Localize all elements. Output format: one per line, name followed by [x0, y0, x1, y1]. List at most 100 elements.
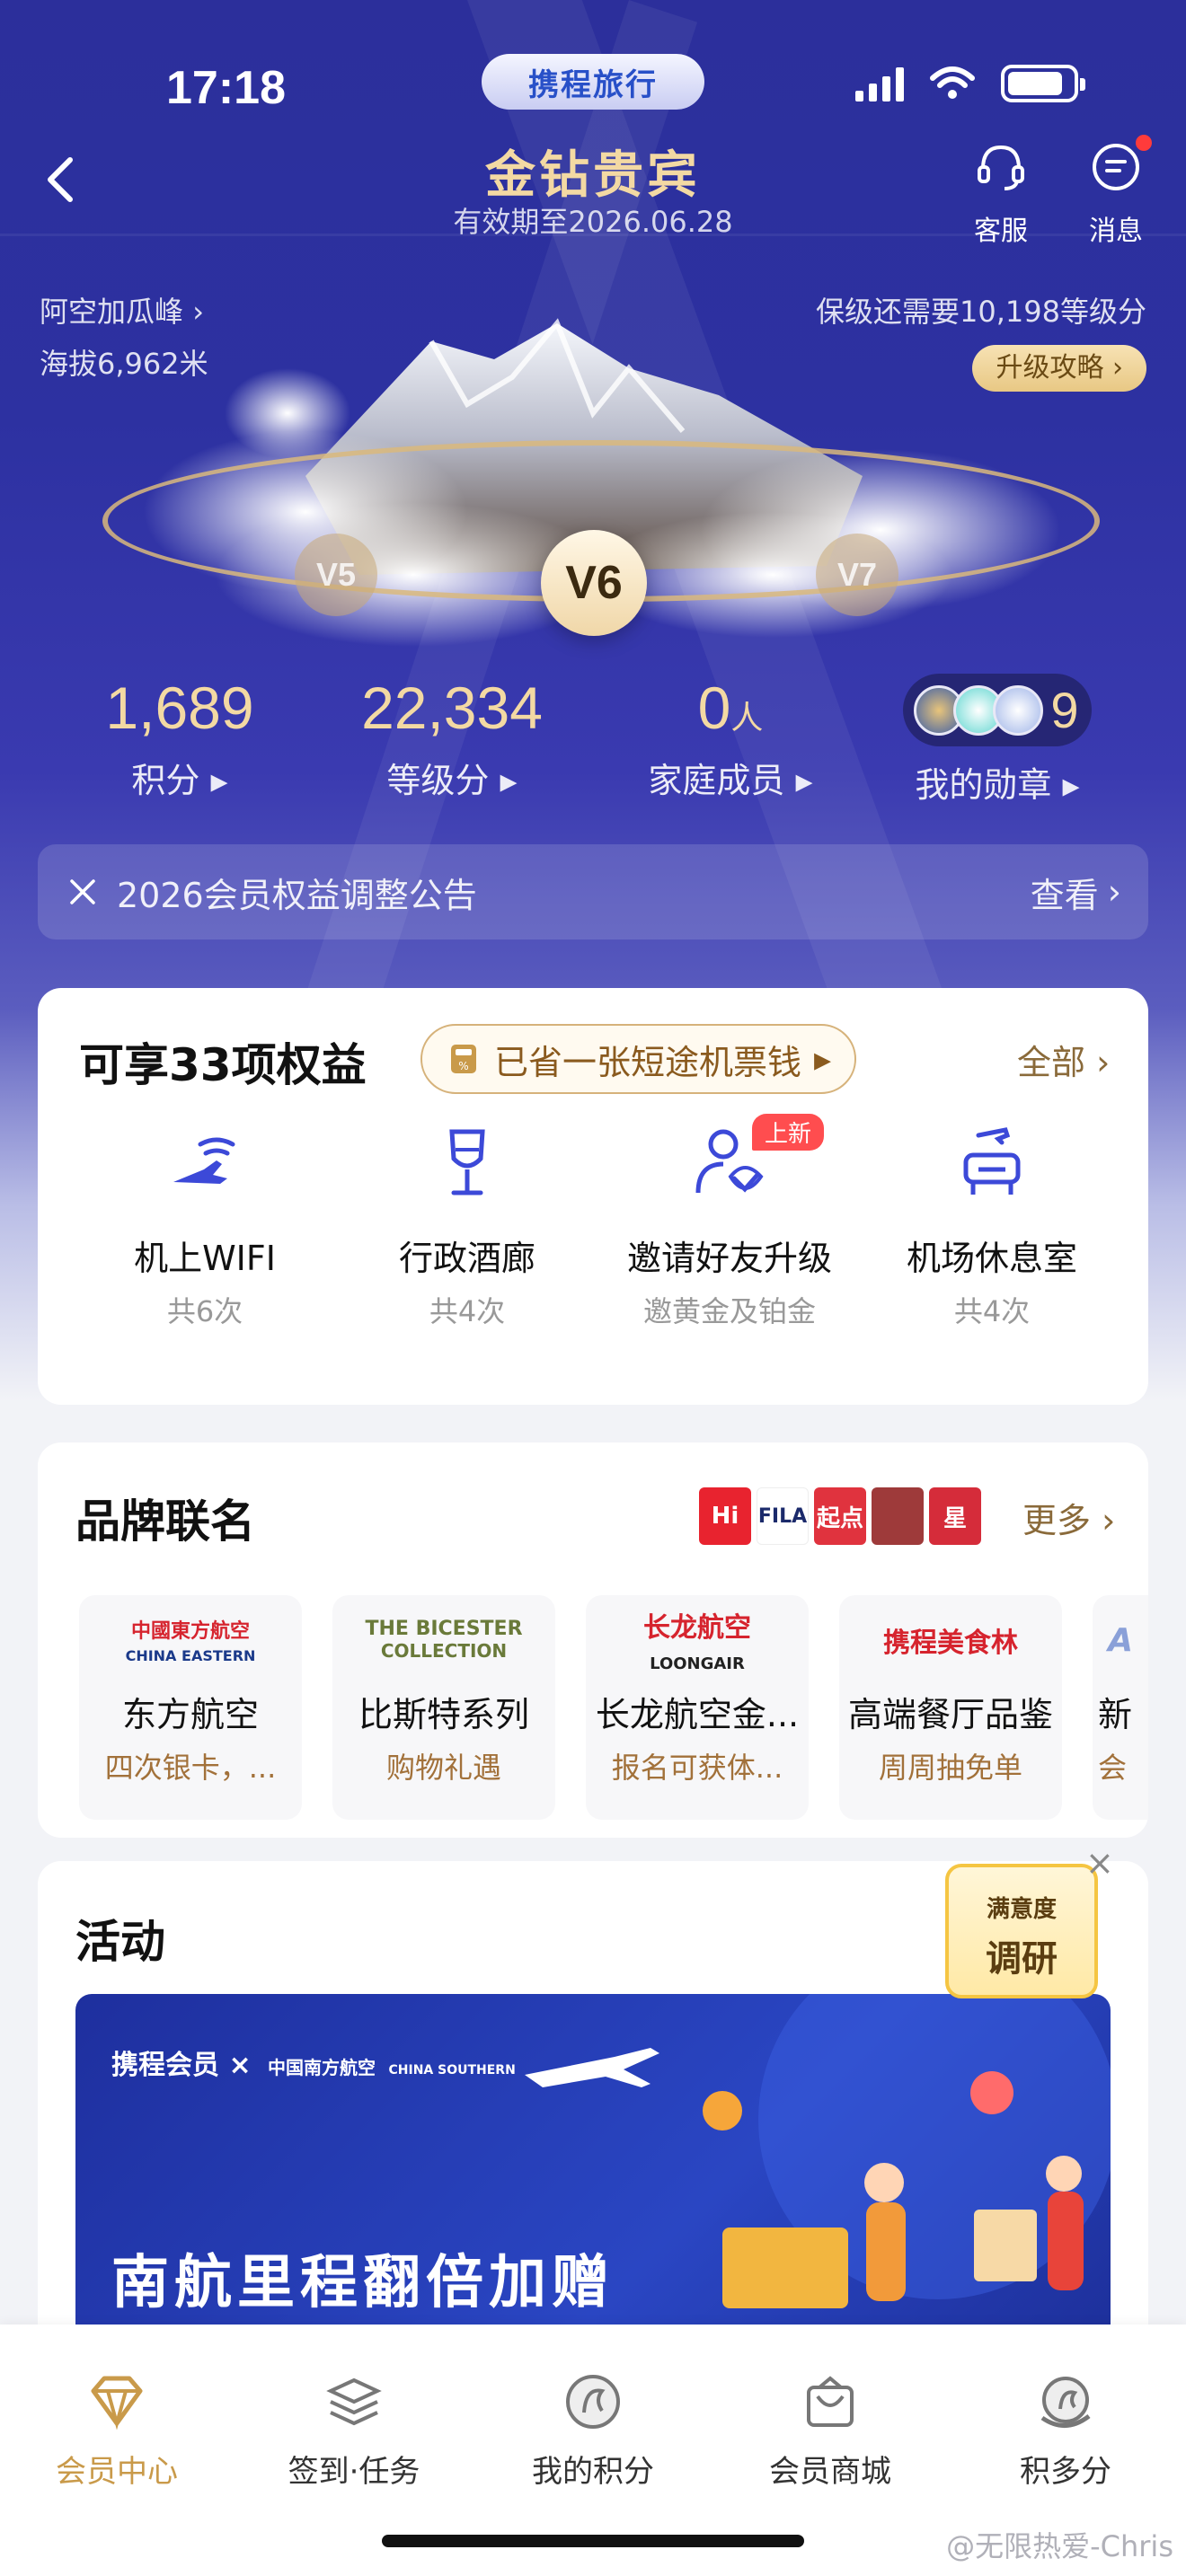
- caret-right-icon: ▸: [814, 1039, 832, 1079]
- medal-icon: [993, 684, 1044, 736]
- medal-badges: 9: [903, 674, 1092, 746]
- brands-more-link[interactable]: 更多 ›: [1022, 1493, 1115, 1542]
- perk-sub: 共6次: [166, 1294, 243, 1328]
- savings-pill[interactable]: % 已省一张短途机票钱 ▸: [420, 1024, 857, 1094]
- points-coin-icon: [566, 2375, 620, 2429]
- brand-sub: 报名可获体...: [611, 1751, 783, 1785]
- status-icons: [855, 65, 1085, 102]
- brand-name: 东方航空: [121, 1695, 259, 1734]
- announcement-bar[interactable]: 2026会员权益调整公告 查看 ›: [38, 844, 1148, 940]
- brands-card: 品牌联名 Hi FILA 起点 星 更多 › 中國東方航空 CHINA EASTE…: [38, 1442, 1148, 1838]
- family-stat[interactable]: 0人 家庭成员 ▸: [596, 674, 865, 802]
- brand-logo-qidian: 起点: [814, 1487, 866, 1545]
- brand-loongair[interactable]: 长龙航空 LOONGAIR 长龙航空金... 报名可获体...: [586, 1595, 809, 1820]
- member-stats: 1,689 积分 ▸ 22,334 等级分 ▸ 0人 家庭成员 ▸ 9 我的勋章…: [0, 674, 1186, 817]
- messages-button[interactable]: 消息: [1071, 135, 1161, 248]
- brand-logo-sub: CHINA EASTERN: [125, 1646, 256, 1664]
- family-value: 0: [697, 675, 731, 741]
- survey-float-button[interactable]: 满意度 调研: [945, 1864, 1098, 1998]
- tab-member-mall[interactable]: 会员商城: [731, 2369, 929, 2491]
- wine-glass-icon: [449, 1129, 485, 1195]
- survey-line2: 调研: [986, 1938, 1058, 1980]
- perk-sub: 共4次: [429, 1294, 506, 1328]
- svg-text:%: %: [458, 1060, 468, 1072]
- points-stat[interactable]: 1,689 积分 ▸: [45, 674, 314, 802]
- close-icon[interactable]: [65, 874, 101, 910]
- level-mountain: V5 V6 V7: [90, 305, 1100, 683]
- banner-brand-ctrip: 携程会员 ×: [111, 2050, 252, 2081]
- tab-label: 签到·任务: [288, 2454, 420, 2490]
- brand-sub: 会: [1098, 1751, 1128, 1785]
- family-label: 家庭成员: [648, 761, 785, 800]
- caret-right-icon: ▸: [1062, 765, 1080, 805]
- activity-banner[interactable]: 携程会员 × 中国南方航空 CHINA SOUTHERN 南航里程翻倍加赠: [75, 1994, 1111, 2353]
- ctrip-gourmet-logo: 携程美食林: [839, 1595, 1062, 1685]
- medals-stat[interactable]: 9 我的勋章 ▸: [863, 674, 1132, 807]
- brand-china-eastern[interactable]: 中國東方航空 CHINA EASTERN 东方航空 四次银卡，...: [79, 1595, 302, 1820]
- brand-logo-strip[interactable]: Hi FILA 起点 星: [699, 1487, 981, 1545]
- grade-points-stat[interactable]: 22,334 等级分 ▸: [317, 674, 587, 802]
- brand-name: 长龙航空金...: [595, 1695, 800, 1734]
- perk-invite[interactable]: 上新 邀请好友升级 邀黄金及铂金: [613, 1114, 846, 1330]
- tab-member-center[interactable]: 会员中心: [18, 2369, 216, 2491]
- grade-points-value: 22,334: [361, 675, 543, 741]
- headset-icon: [978, 145, 1024, 190]
- tab-label: 积多分: [1020, 2454, 1111, 2490]
- points-value: 1,689: [105, 675, 254, 741]
- wifi-icon: [930, 66, 975, 99]
- tab-label: 会员中心: [56, 2454, 178, 2490]
- banner-title: 南航里程翻倍加赠: [111, 2250, 615, 2316]
- new-tag: 上新: [752, 1114, 825, 1151]
- messages-label: 消息: [1089, 216, 1143, 247]
- tab-checkin-tasks[interactable]: 签到·任务: [255, 2369, 453, 2491]
- banner-partner-sub: CHINA SOUTHERN: [388, 2063, 516, 2078]
- app-logo-text: 携程旅行: [528, 66, 658, 103]
- perk-wifi[interactable]: 机上WIFI 共6次: [88, 1123, 322, 1330]
- chevron-right-icon: ›: [1102, 1501, 1116, 1540]
- perk-sub: 邀黄金及铂金: [642, 1294, 816, 1328]
- signal-icon: [855, 66, 904, 101]
- survey-line1: 满意度: [986, 1896, 1057, 1923]
- points-label: 积分: [131, 761, 200, 800]
- tab-my-points[interactable]: 我的积分: [494, 2369, 692, 2491]
- brand-partial[interactable]: A 新 会: [1093, 1595, 1148, 1820]
- caret-right-icon: ▸: [500, 761, 518, 800]
- all-benefits-link[interactable]: 全部 ›: [1017, 1035, 1110, 1084]
- brand-logo-text: 长龙航空: [643, 1611, 751, 1644]
- level-next: V7: [816, 534, 898, 616]
- activity-title: 活动: [75, 1916, 165, 1968]
- announcement-view-link[interactable]: 查看: [1031, 868, 1099, 917]
- loongair-logo: 长龙航空 LOONGAIR: [586, 1595, 809, 1685]
- medals-label: 我的勋章: [915, 765, 1052, 805]
- level-current: V6: [541, 530, 647, 636]
- brand-logo-sub: LOONGAIR: [650, 1654, 745, 1673]
- brand-ctrip-gourmet[interactable]: 携程美食林 高端餐厅品鉴 周周抽免单: [839, 1595, 1062, 1820]
- brands-more-label: 更多: [1022, 1501, 1092, 1540]
- customer-service-label: 客服: [974, 216, 1028, 247]
- layers-icon: [326, 2378, 382, 2426]
- china-eastern-logo: 中國東方航空 CHINA EASTERN: [79, 1595, 302, 1685]
- family-unit: 人: [730, 699, 764, 736]
- brand-partial-logo: A: [1093, 1595, 1148, 1685]
- brand-name: 高端餐厅品鉴: [847, 1695, 1053, 1734]
- message-icon: [1093, 144, 1139, 190]
- announcement-text: 2026会员权益调整公告: [117, 875, 477, 915]
- brand-bicester[interactable]: THE BICESTER COLLECTION 比斯特系列 购物礼遇: [332, 1595, 555, 1820]
- mall-bag-icon: [807, 2376, 854, 2427]
- level-prev: V5: [295, 534, 377, 616]
- diamond-icon: [91, 2376, 143, 2430]
- benefits-card: 可享33项权益 % 已省一张短途机票钱 ▸ 全部 › 机上WIFI 共6次 行政…: [38, 988, 1148, 1405]
- tab-earn-points[interactable]: 积多分: [967, 2369, 1164, 2491]
- perk-lounge-bar[interactable]: 行政酒廊 共4次: [350, 1123, 584, 1330]
- close-icon[interactable]: ×: [1085, 1843, 1114, 1883]
- customer-service-button[interactable]: 客服: [956, 140, 1046, 248]
- brand-sub: 四次银卡，...: [104, 1751, 277, 1785]
- brand-logo-seal: [872, 1487, 924, 1545]
- battery-icon: [1001, 65, 1085, 102]
- wifi-plane-icon: [173, 1137, 235, 1184]
- brand-sub: 购物礼遇: [385, 1751, 501, 1785]
- perk-airport-lounge[interactable]: 机场休息室 共4次: [875, 1123, 1109, 1330]
- calculator-icon: %: [451, 1045, 476, 1073]
- tab-label: 会员商城: [769, 2454, 891, 2490]
- lounge-seat-icon: [963, 1127, 1021, 1195]
